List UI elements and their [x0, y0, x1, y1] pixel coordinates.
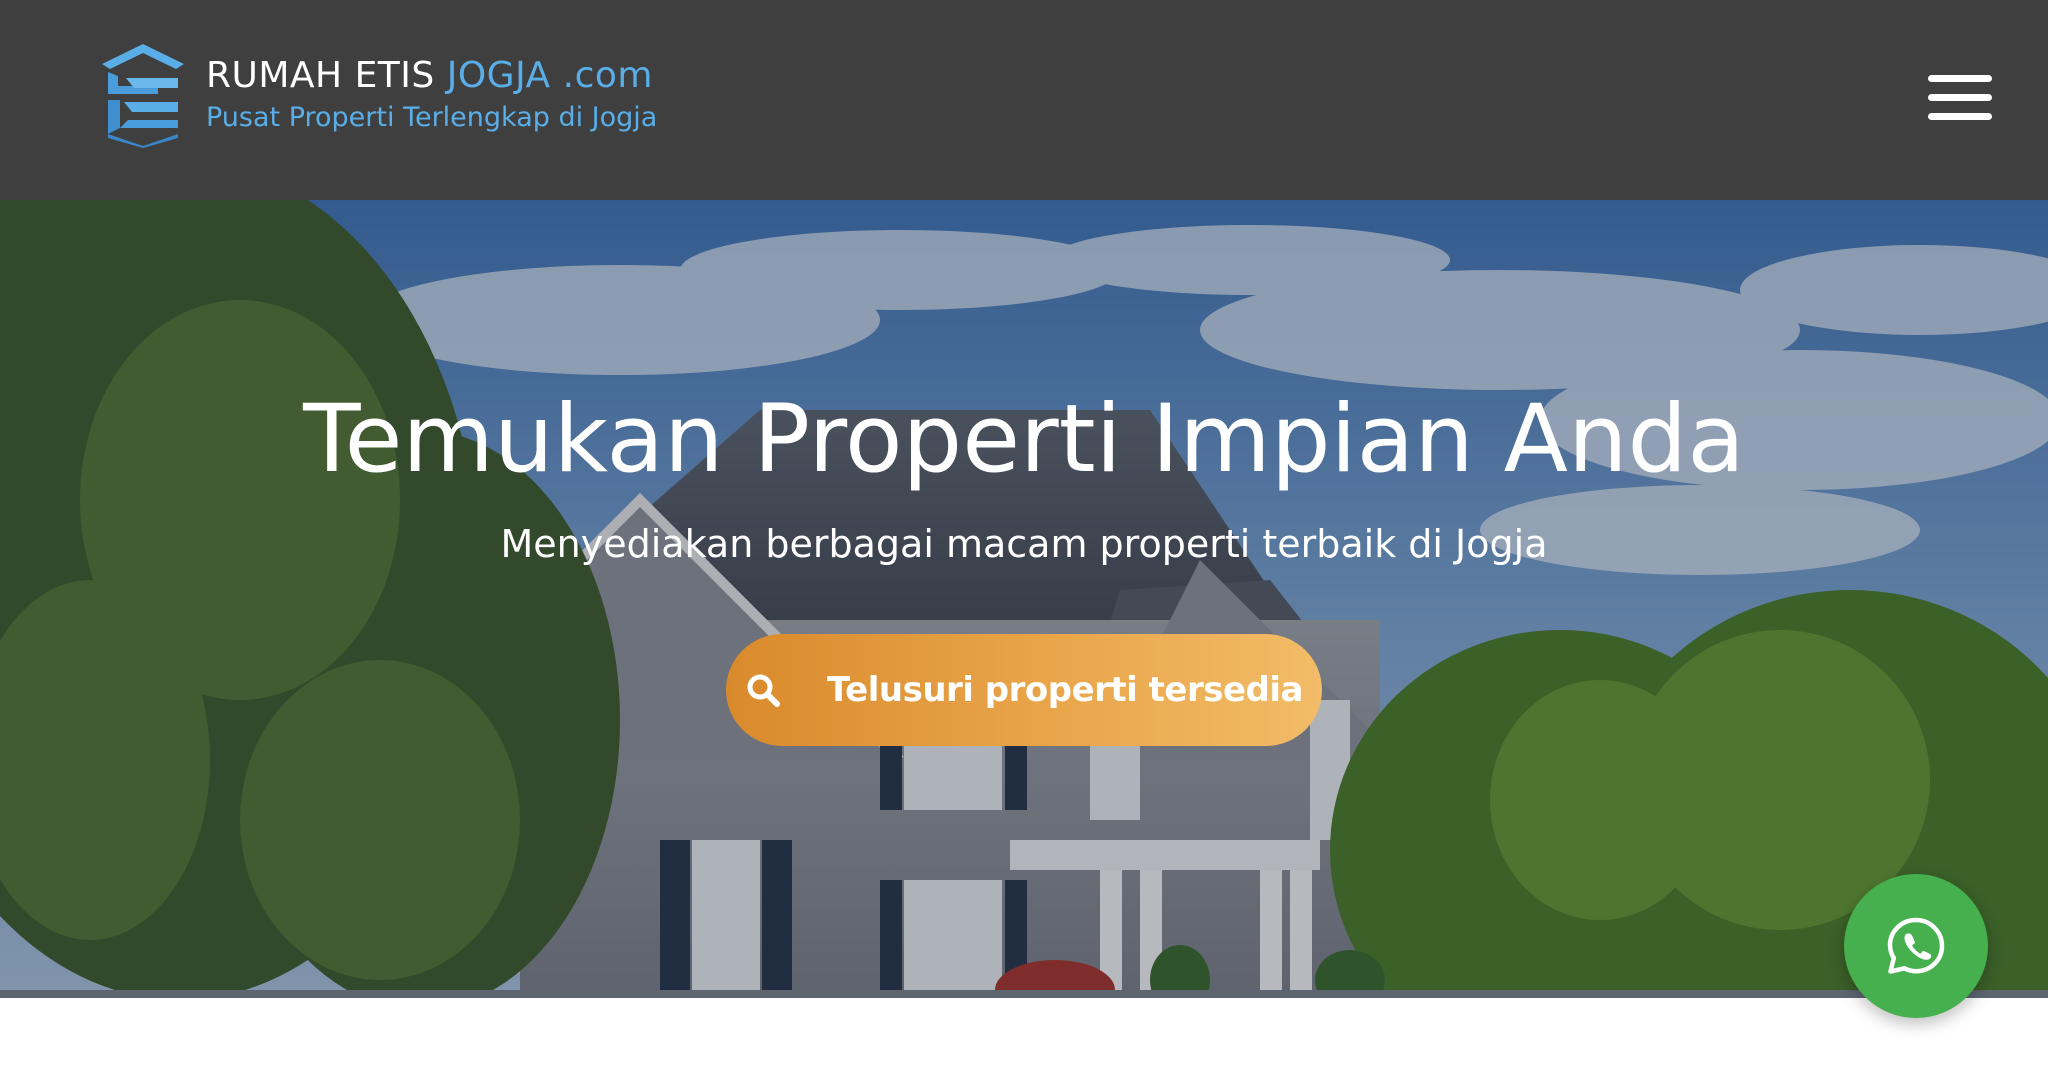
site-header: RUMAH ETIS JOGJA .com Pusat Properti Ter…	[0, 0, 2048, 200]
hero-banner: Temukan Properti Impian Anda Menyediakan…	[0, 200, 2048, 990]
hero-title: Temukan Properti Impian Anda	[303, 385, 1745, 494]
brand-title-part3: .com	[550, 55, 653, 96]
brand-title: RUMAH ETIS JOGJA .com	[206, 55, 657, 97]
hero-subtitle: Menyediakan berbagai macam properti terb…	[500, 522, 1548, 566]
brand-title-part1: RUMAH ETIS	[206, 55, 447, 96]
browse-properties-button[interactable]: Telusuri properti tersedia	[726, 634, 1322, 746]
hero-bottom-divider	[0, 990, 2048, 998]
menu-bar	[1928, 75, 1992, 82]
browse-properties-label: Telusuri properti tersedia	[827, 670, 1303, 710]
brand-title-part2: JOGJA	[446, 55, 551, 96]
whatsapp-icon	[1887, 917, 1945, 974]
hamburger-menu-icon[interactable]	[1928, 72, 1996, 124]
house-logo-icon	[102, 44, 184, 148]
search-icon	[747, 674, 780, 707]
menu-bar	[1928, 113, 1992, 120]
brand-tagline: Pusat Properti Terlengkap di Jogja	[206, 102, 658, 133]
hero-overlay	[0, 200, 2048, 990]
menu-bar	[1928, 94, 1992, 101]
brand-home-link[interactable]: RUMAH ETIS JOGJA .com Pusat Properti Ter…	[98, 42, 657, 148]
whatsapp-chat-button[interactable]	[1844, 874, 1988, 1018]
